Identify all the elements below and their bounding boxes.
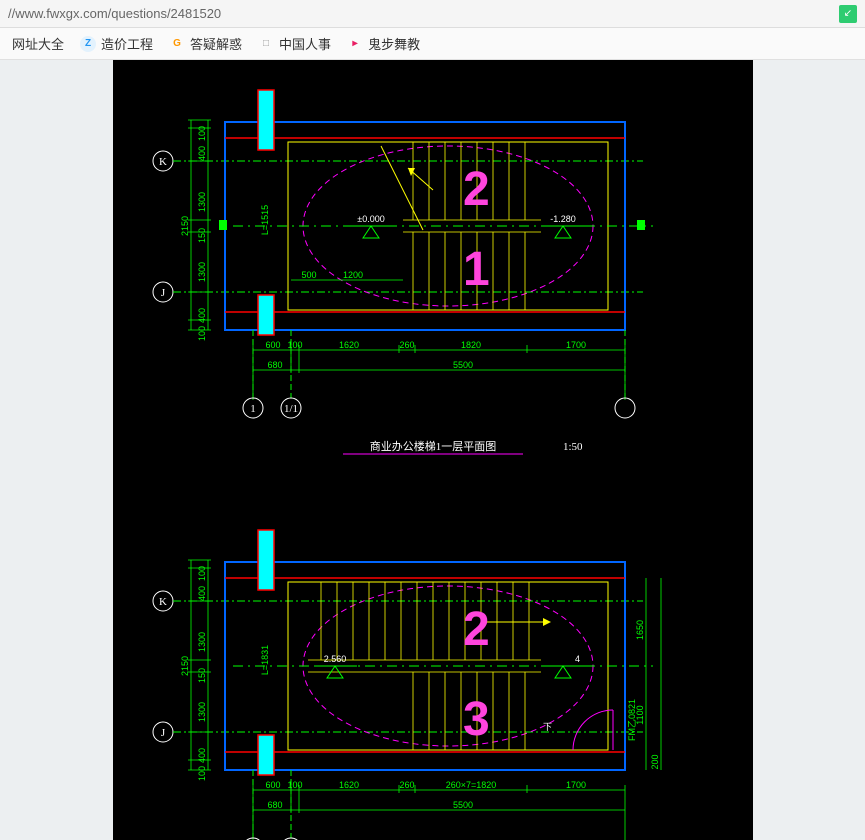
- svg-text:680: 680: [267, 360, 282, 370]
- ssl-badge-icon[interactable]: ↙: [839, 5, 857, 23]
- drawing1-title: 商业办公楼梯1一层平面图: [369, 439, 496, 453]
- svg-text:1300: 1300: [197, 702, 207, 722]
- svg-text:100: 100: [287, 340, 302, 350]
- svg-text:500: 500: [301, 270, 316, 280]
- svg-text:1700: 1700: [565, 780, 585, 790]
- svg-text:260×7=1820: 260×7=1820: [445, 780, 496, 790]
- svg-text:L=1831: L=1831: [260, 645, 270, 675]
- bookmark-icon: G: [169, 36, 185, 52]
- cad-svg: K J 100 400 1300 150 1300 400 100 2150: [113, 60, 753, 840]
- bookmark-item[interactable]: G 答疑解惑: [161, 28, 250, 59]
- bookmarks-bar: 网址大全 Z 造价工程 G 答疑解惑 □ 中国人事 ▸ 鬼步舞教: [0, 28, 865, 60]
- bookmark-icon: ▸: [347, 36, 363, 52]
- bookmark-item[interactable]: ▸ 鬼步舞教: [339, 28, 428, 59]
- bookmark-label: 鬼步舞教: [368, 34, 420, 53]
- bookmark-label: 答疑解惑: [190, 34, 242, 53]
- svg-text:L=1515: L=1515: [260, 205, 270, 235]
- svg-text:2150: 2150: [180, 656, 190, 676]
- svg-text:100: 100: [287, 780, 302, 790]
- bookmark-item[interactable]: □ 中国人事: [250, 28, 339, 59]
- drawing-1-group: K J 100 400 1300 150 1300 400 100 2150: [153, 90, 653, 454]
- svg-text:600: 600: [265, 780, 280, 790]
- svg-text:1: 1: [463, 243, 490, 296]
- svg-text:1300: 1300: [197, 192, 207, 212]
- page-content: K J 100 400 1300 150 1300 400 100 2150: [0, 60, 865, 840]
- svg-text:200: 200: [650, 754, 660, 769]
- bookmark-icon: Z: [80, 36, 96, 52]
- svg-text:680: 680: [267, 800, 282, 810]
- bookmark-label: 中国人事: [279, 34, 331, 53]
- svg-text:600: 600: [265, 340, 280, 350]
- svg-text:FM乙0821: FM乙0821: [627, 699, 637, 741]
- svg-text:1/1: 1/1: [283, 403, 297, 415]
- svg-text:1700: 1700: [565, 340, 585, 350]
- svg-text:J: J: [160, 727, 165, 739]
- svg-text:5500: 5500: [452, 800, 472, 810]
- svg-text:1200: 1200: [342, 270, 362, 280]
- svg-text:400: 400: [197, 586, 207, 601]
- svg-text:3: 3: [463, 693, 490, 746]
- svg-text:100: 100: [197, 126, 207, 141]
- bookmark-label: 造价工程: [101, 34, 153, 53]
- svg-text:下: 下: [543, 722, 552, 732]
- svg-text:2150: 2150: [180, 216, 190, 236]
- svg-text:1: 1: [250, 403, 256, 415]
- svg-text:1300: 1300: [197, 262, 207, 282]
- svg-text:1:50: 1:50: [563, 441, 583, 453]
- svg-text:2: 2: [463, 603, 490, 656]
- svg-text:4: 4: [575, 654, 580, 664]
- svg-text:100: 100: [197, 766, 207, 781]
- svg-text:-1.280: -1.280: [550, 214, 576, 224]
- svg-text:400: 400: [197, 308, 207, 323]
- svg-text:260: 260: [399, 340, 414, 350]
- svg-text:150: 150: [197, 668, 207, 683]
- svg-text:1820: 1820: [460, 340, 480, 350]
- svg-text:100: 100: [197, 566, 207, 581]
- url-bar[interactable]: //www.fwxgx.com/questions/2481520 ↙: [0, 0, 865, 28]
- cad-drawing-viewport[interactable]: K J 100 400 1300 150 1300 400 100 2150: [113, 60, 753, 840]
- url-text: //www.fwxgx.com/questions/2481520: [8, 6, 839, 21]
- svg-text:2: 2: [463, 163, 490, 216]
- svg-text:100: 100: [197, 326, 207, 341]
- svg-text:1620: 1620: [338, 340, 358, 350]
- svg-text:K: K: [159, 596, 167, 608]
- bookmark-item[interactable]: Z 造价工程: [72, 28, 161, 59]
- svg-text:2.560: 2.560: [323, 654, 346, 664]
- bookmark-label: 网址大全: [12, 34, 64, 53]
- svg-text:400: 400: [197, 146, 207, 161]
- svg-text:150: 150: [197, 228, 207, 243]
- svg-text:K: K: [159, 156, 167, 168]
- drawing-2-group: K J 100 400 1300 150 1300 400 100 2150: [153, 530, 661, 840]
- svg-text:260: 260: [399, 780, 414, 790]
- bookmark-icon: □: [258, 36, 274, 52]
- svg-text:1300: 1300: [197, 632, 207, 652]
- svg-text:5500: 5500: [452, 360, 472, 370]
- svg-text:J: J: [160, 287, 165, 299]
- svg-text:1620: 1620: [338, 780, 358, 790]
- svg-text:400: 400: [197, 748, 207, 763]
- svg-text:1650: 1650: [635, 620, 645, 640]
- svg-text:±0.000: ±0.000: [357, 214, 384, 224]
- bookmark-item[interactable]: 网址大全: [4, 28, 72, 59]
